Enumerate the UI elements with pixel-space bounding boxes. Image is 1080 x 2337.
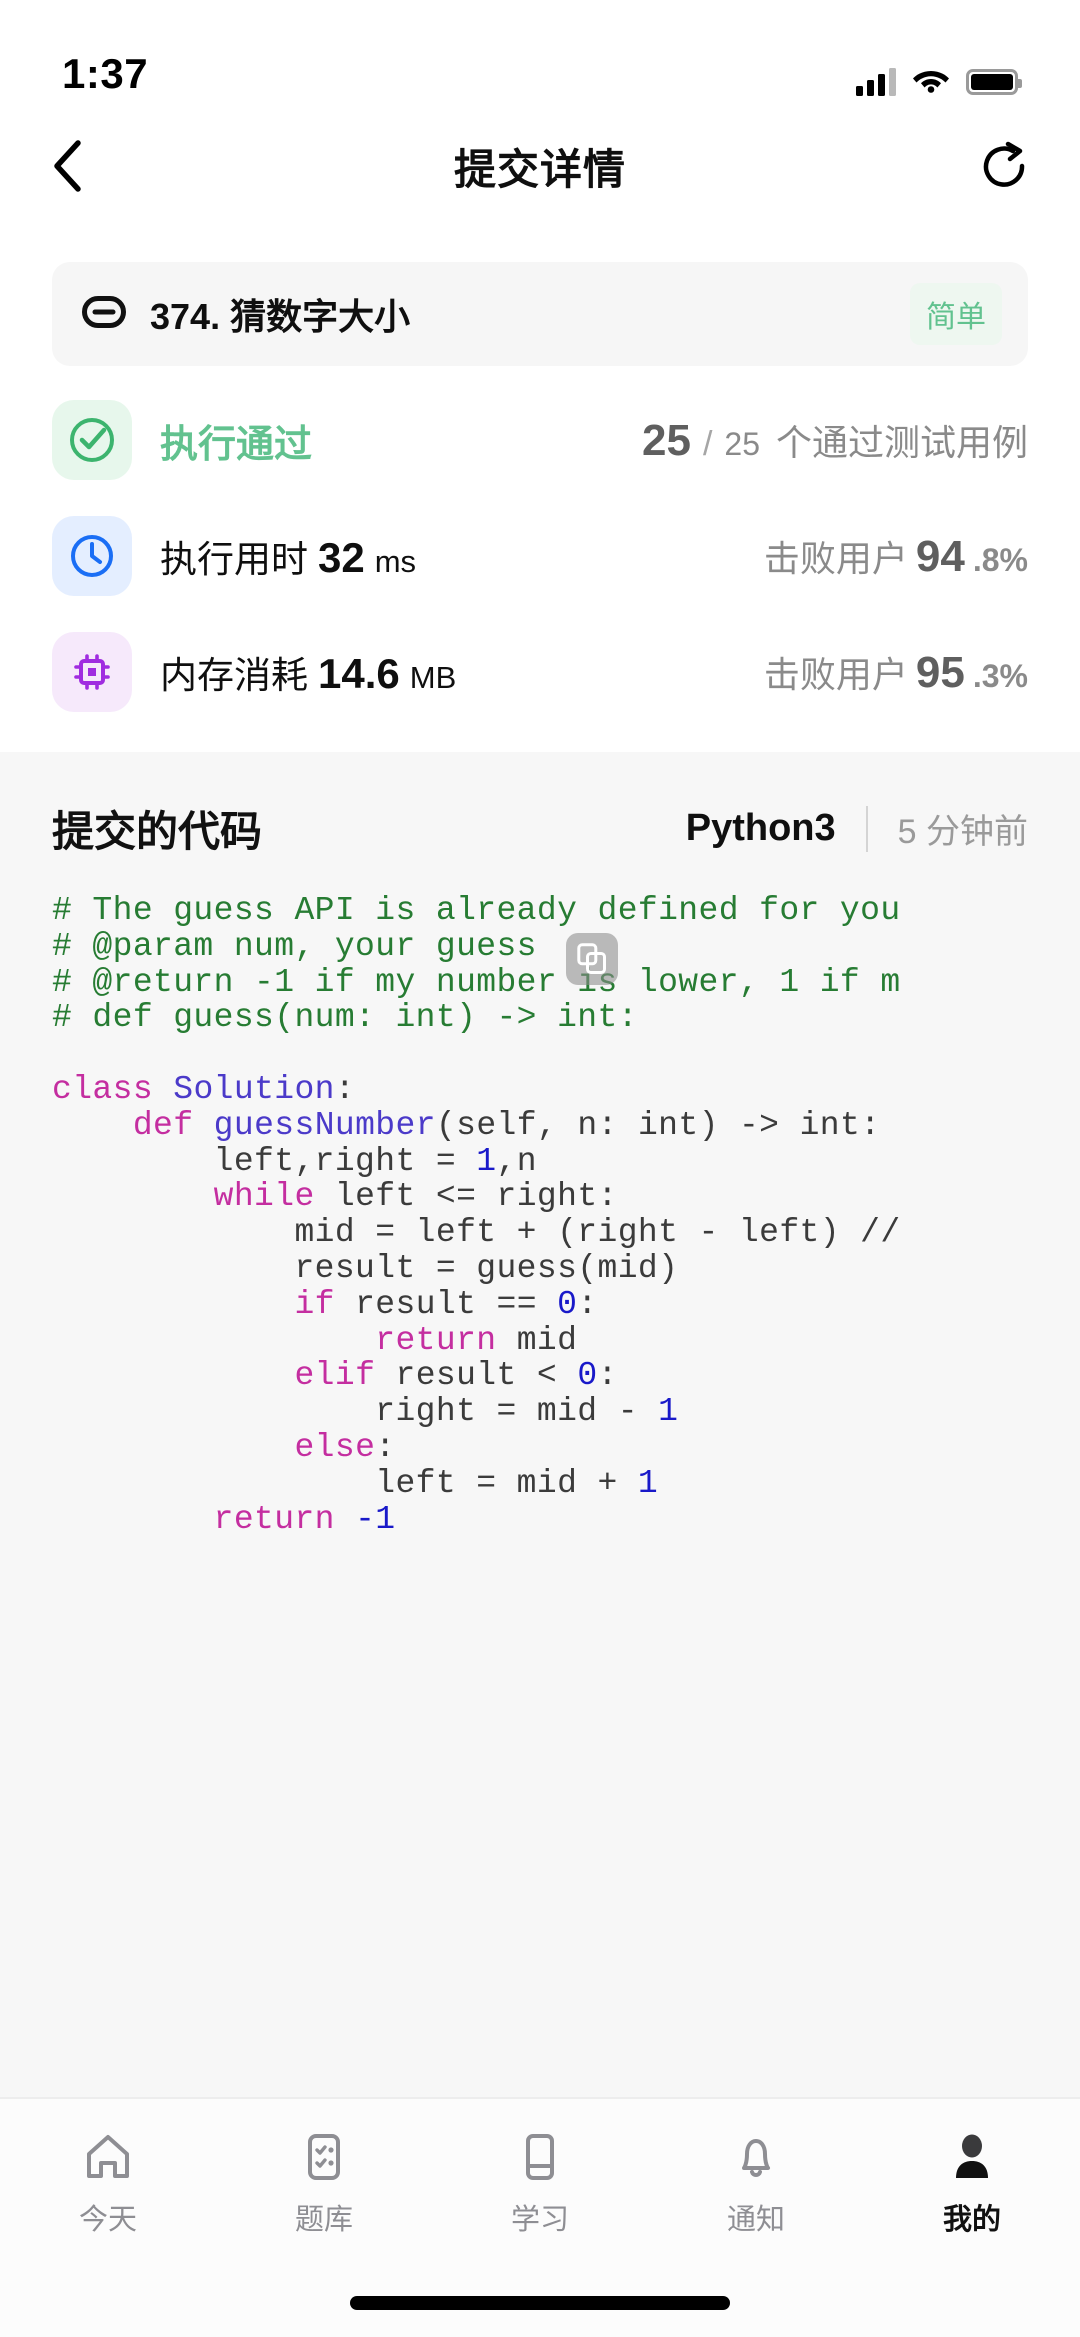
memory-main: 内存消耗 14.6 MB	[160, 645, 764, 699]
cases-passed: 25	[641, 416, 691, 465]
battery-icon	[966, 68, 1022, 95]
stat-row-runtime: 执行用时 32 ms 击败用户 94 .8%	[52, 498, 1028, 614]
runtime-beats-decimal: .8%	[972, 542, 1028, 578]
problem-title: 374. 猜数字大小	[150, 296, 411, 337]
chevron-left-icon	[54, 140, 81, 192]
test-cases-summary: 25 / 25 个通过测试用例	[642, 414, 1028, 466]
home-indicator	[350, 2296, 730, 2310]
memory-beats: 击败用户 95 .3%	[764, 646, 1028, 698]
submission-time-ago: 5 分钟前	[897, 813, 1028, 851]
stat-row-memory: 内存消耗 14.6 MB 击败用户 95 .3%	[52, 614, 1028, 730]
tab-label-problems: 题库	[294, 2204, 353, 2236]
cases-text: 个通过测试用例	[775, 422, 1028, 463]
memory-value: 14.6	[318, 650, 400, 697]
home-icon	[87, 2135, 129, 2178]
result-status-label: 执行通过	[160, 423, 313, 466]
copy-code-button[interactable]	[566, 933, 618, 985]
tab-label-notifications: 通知	[726, 2204, 785, 2236]
runtime-beats: 击败用户 94 .8%	[764, 530, 1028, 582]
runtime-main: 执行用时 32 ms	[160, 529, 764, 583]
runtime-value: 32	[318, 534, 365, 581]
problem-card-left: 374. 猜数字大小	[82, 288, 910, 340]
memory-icon-wrap	[52, 632, 132, 712]
stat-row-result: 执行通过 25 / 25 个通过测试用例	[52, 382, 1028, 498]
copy-icon	[577, 943, 606, 974]
clock-icon	[71, 535, 113, 577]
code-section-title: 提交的代码	[52, 808, 263, 855]
tab-label-today: 今天	[78, 2204, 137, 2236]
code-language: Python3	[685, 807, 836, 849]
code-panel-header: 提交的代码 Python3 5 分钟前	[0, 752, 1080, 893]
tab-label-study: 学习	[510, 2204, 569, 2236]
person-icon	[956, 2134, 988, 2178]
code-block: # The guess API is already defined for y…	[52, 893, 901, 1538]
memory-label: 内存消耗	[160, 655, 308, 696]
result-icon-wrap	[52, 400, 132, 480]
share-rotate-icon	[983, 141, 1025, 187]
code-meta: Python3 5 分钟前	[686, 804, 1028, 853]
memory-beats-decimal: .3%	[972, 658, 1028, 694]
check-circle-icon	[70, 418, 114, 462]
submitted-code-panel: 提交的代码 Python3 5 分钟前 # The guess API is a…	[0, 752, 1080, 2097]
share-button[interactable]	[958, 141, 1028, 191]
wifi-icon	[912, 65, 950, 98]
runtime-unit: ms	[374, 544, 417, 579]
problem-link-card[interactable]: 374. 猜数字大小 简单	[52, 262, 1028, 366]
back-button[interactable]	[52, 140, 122, 192]
result-main: 执行通过	[160, 413, 642, 468]
status-time: 1:37	[62, 50, 149, 97]
submission-detail-screen: 1:37 提交详情 374. 猜数字大小 简单 执行通过 25 / 25 个通过…	[0, 0, 1080, 2337]
nav-bar: 提交详情	[0, 112, 1080, 220]
link-icon	[82, 295, 126, 333]
code-scroll-area[interactable]: # The guess API is already defined for y…	[0, 893, 1080, 2097]
tab-study[interactable]: 学习	[432, 2130, 648, 2238]
tab-notifications[interactable]: 通知	[648, 2130, 864, 2238]
book-icon	[526, 2134, 554, 2180]
tab-problems[interactable]: 题库	[216, 2130, 432, 2238]
tab-today[interactable]: 今天	[0, 2130, 216, 2238]
status-bar: 1:37	[0, 0, 1080, 112]
meta-divider	[865, 805, 868, 852]
memory-unit: MB	[409, 660, 457, 695]
cases-total: 25	[724, 426, 760, 462]
stats-list: 执行通过 25 / 25 个通过测试用例 执行用时 32 ms 击败用户 94 …	[0, 366, 1080, 730]
runtime-label: 执行用时	[160, 539, 308, 580]
tab-label-profile: 我的	[942, 2204, 1001, 2236]
scroll-content: 374. 猜数字大小 简单 执行通过 25 / 25 个通过测试用例 执行用时 …	[0, 220, 1080, 2097]
page-title: 提交详情	[453, 145, 626, 193]
memory-beats-label: 击败用户	[763, 654, 908, 695]
bell-icon	[742, 2139, 770, 2177]
chip-icon	[74, 654, 110, 690]
status-icons	[856, 65, 1022, 98]
runtime-beats-value: 94	[915, 532, 965, 581]
home-indicator-area	[0, 2269, 1080, 2337]
difficulty-badge: 简单	[910, 283, 1002, 345]
memory-beats-value: 95	[915, 648, 965, 697]
runtime-beats-label: 击败用户	[763, 538, 908, 579]
bottom-tab-bar: 今天 题库 学习 通知 我的	[0, 2097, 1080, 2269]
cases-separator: /	[702, 425, 713, 463]
tab-profile[interactable]: 我的	[864, 2130, 1080, 2238]
runtime-icon-wrap	[52, 516, 132, 596]
clipboard-list-icon	[308, 2134, 340, 2180]
cellular-signal-icon	[856, 67, 896, 96]
